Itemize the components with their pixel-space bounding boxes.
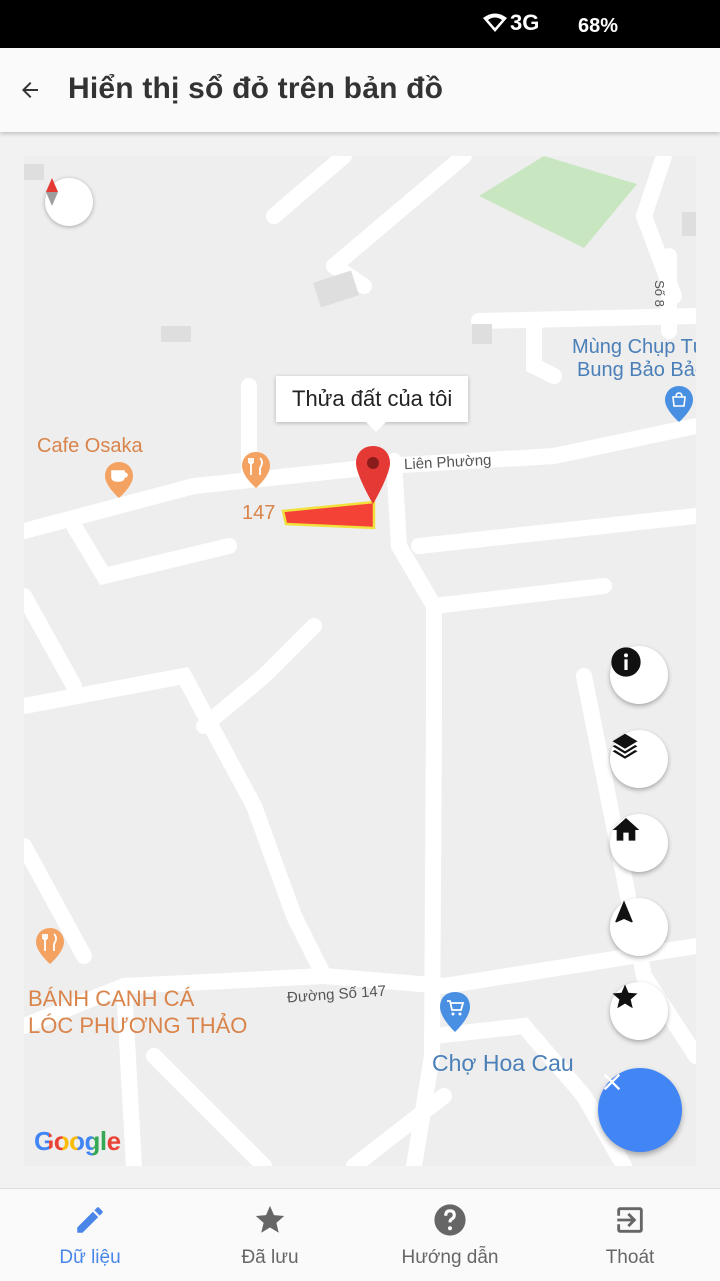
restaurant-icon[interactable] xyxy=(242,452,270,488)
compass-icon xyxy=(46,178,58,206)
restaurant-icon[interactable] xyxy=(36,928,64,964)
nav-label-data: Dữ liệu xyxy=(59,1247,121,1268)
bottom-navigation: Dữ liệu Đã lưu Hướng dẫn Thoát xyxy=(0,1188,720,1281)
star-icon xyxy=(612,984,638,1009)
home-button[interactable] xyxy=(610,814,668,872)
nav-item-exit[interactable]: Thoát xyxy=(540,1189,720,1281)
nav-item-data[interactable]: Dữ liệu xyxy=(0,1189,180,1281)
park-area xyxy=(479,156,637,248)
nav-item-saved[interactable]: Đã lưu xyxy=(180,1189,360,1281)
compass-button[interactable] xyxy=(45,178,93,226)
layers-button[interactable] xyxy=(610,730,668,788)
map-view[interactable]: Thửa đất của tôi 147 Cafe Osaka Mùng Chụ… xyxy=(24,156,696,1166)
star-icon xyxy=(255,1205,285,1233)
poi-mung-label-line1: Mùng Chụp Tự xyxy=(572,336,696,358)
poi-number-label: 147 xyxy=(242,502,276,524)
poi-banh-canh-label-line1: BÁNH CANH CÁ xyxy=(28,986,195,1011)
poi-cafe-osaka-label: Cafe Osaka xyxy=(37,435,143,457)
close-fab-button[interactable] xyxy=(598,1068,682,1152)
app-bar: Hiển thị sổ đỏ trên bản đồ xyxy=(0,48,720,132)
help-icon xyxy=(434,1204,466,1236)
network-indicator: 3G xyxy=(482,10,539,36)
layers-icon xyxy=(612,733,638,759)
back-button[interactable] xyxy=(10,70,50,110)
favorite-button[interactable] xyxy=(610,982,668,1040)
close-icon xyxy=(603,1073,621,1091)
signal-icon xyxy=(483,13,507,32)
poi-cho-hoa-cau-label: Chợ Hoa Cau xyxy=(432,1050,574,1076)
location-pin-icon[interactable] xyxy=(355,446,391,504)
arrow-back-icon xyxy=(22,82,38,98)
google-attribution: Google xyxy=(34,1126,121,1157)
cafe-icon[interactable] xyxy=(105,462,133,498)
nav-label-help: Hướng dẫn xyxy=(401,1247,499,1268)
status-bar: 3G 68% xyxy=(0,0,720,48)
land-parcel[interactable] xyxy=(281,500,376,530)
shopping-icon[interactable] xyxy=(665,386,693,422)
home-icon xyxy=(612,818,640,841)
nav-label-exit: Thoát xyxy=(605,1247,655,1268)
parcel-tooltip[interactable]: Thửa đất của tôi xyxy=(276,376,469,432)
pencil-icon xyxy=(77,1207,103,1233)
poi-mung-label-line2: Bung Bảo Bảo xyxy=(577,359,696,381)
shopping-cart-icon[interactable] xyxy=(440,992,470,1032)
info-icon xyxy=(611,647,641,677)
navigation-button[interactable] xyxy=(610,898,668,956)
navigation-icon xyxy=(615,900,633,923)
network-type: 3G xyxy=(510,10,540,35)
info-button[interactable] xyxy=(610,646,668,704)
poi-banh-canh-label-line2: LÓC PHƯƠNG THẢO xyxy=(28,1013,248,1038)
exit-icon xyxy=(617,1207,643,1233)
google-logo-text: Google xyxy=(34,1126,121,1156)
page-title: Hiển thị sổ đỏ trên bản đồ xyxy=(68,72,444,105)
battery-level: 68% xyxy=(578,15,619,37)
road-so-8-label: Số 8 xyxy=(651,280,667,307)
nav-label-saved: Đã lưu xyxy=(241,1247,299,1268)
nav-item-help[interactable]: Hướng dẫn xyxy=(360,1189,540,1281)
